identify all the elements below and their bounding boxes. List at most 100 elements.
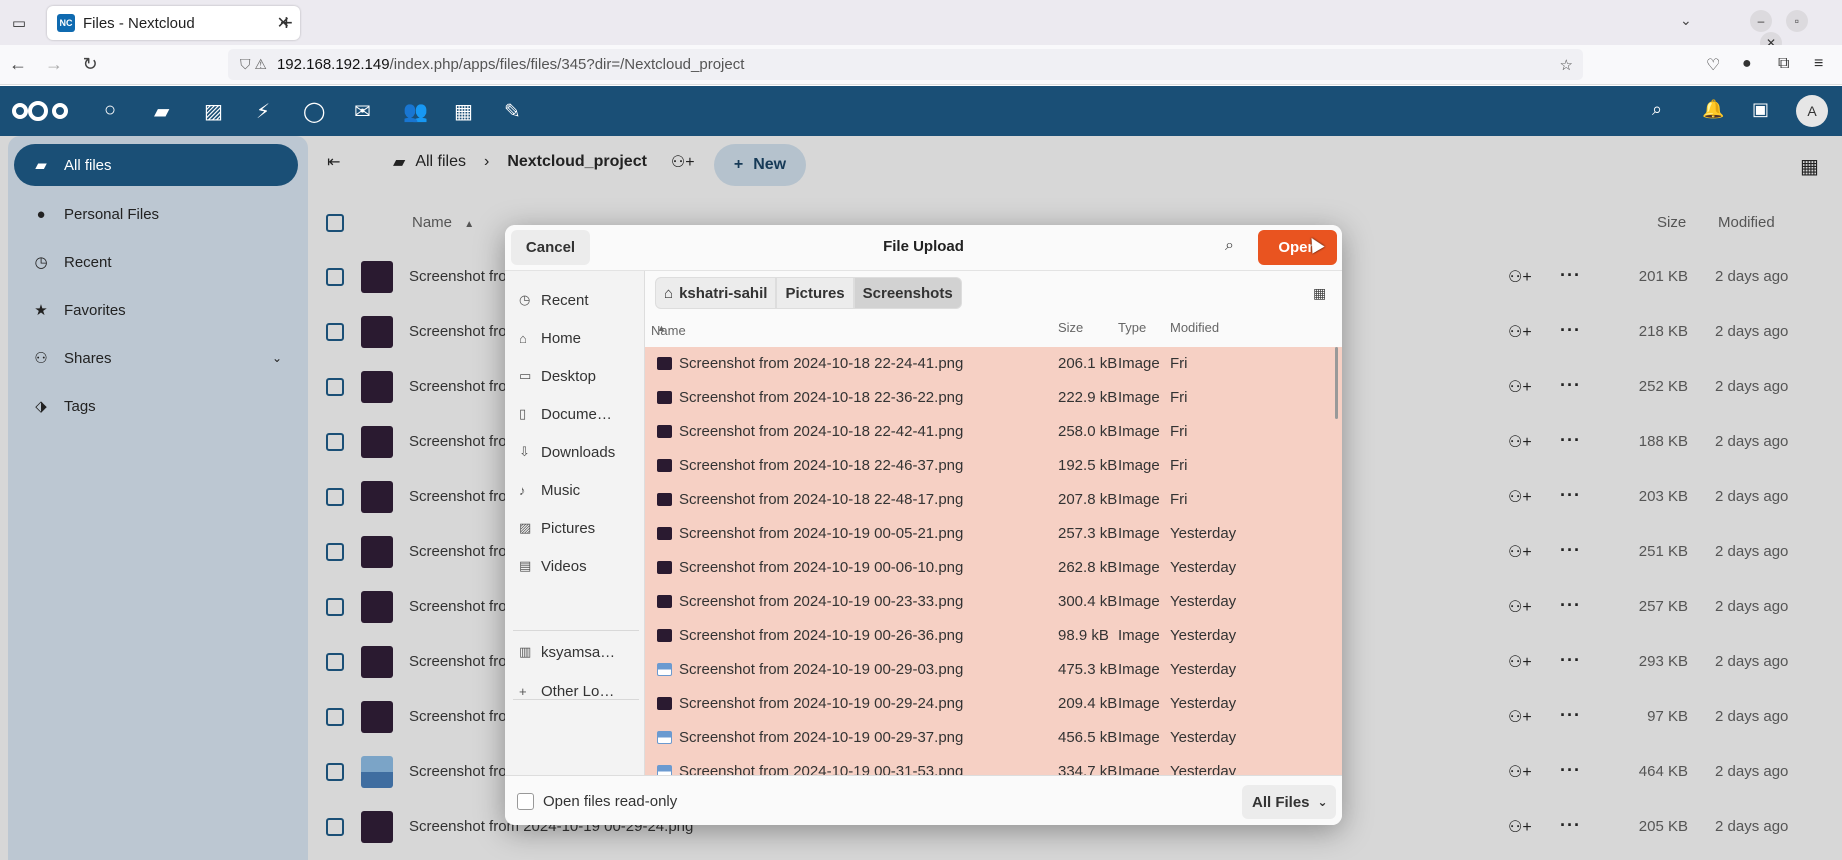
file-thumbnail[interactable] — [361, 316, 393, 348]
notes-app-icon[interactable]: ✎ — [504, 99, 521, 124]
dashboard-app-icon[interactable]: ○ — [104, 99, 116, 122]
column-size[interactable]: Size — [1657, 214, 1686, 231]
row-checkbox[interactable] — [326, 488, 344, 506]
column-size[interactable]: Size — [1058, 320, 1083, 335]
file-name[interactable]: Screenshot fro — [409, 763, 507, 780]
new-tab-button[interactable]: + — [280, 10, 293, 36]
more-actions-icon[interactable]: ··· — [1560, 760, 1581, 781]
notifications-icon[interactable]: 🔔 — [1702, 99, 1724, 120]
row-checkbox[interactable] — [326, 378, 344, 396]
forward-icon[interactable]: → — [36, 54, 72, 75]
tab-list-icon[interactable]: ▭ — [0, 0, 38, 45]
row-checkbox[interactable] — [326, 598, 344, 616]
back-icon[interactable]: ← — [0, 54, 36, 75]
sidebar-item-recent[interactable]: ◷ Recent — [14, 241, 298, 283]
grid-view-icon[interactable]: ▦ — [1800, 154, 1819, 179]
url-bar[interactable]: ⛉ ⚠ 192.168.192.149 /index.php/apps/file… — [228, 49, 1583, 80]
row-checkbox[interactable] — [326, 653, 344, 671]
place-item[interactable]: ◷ Recent — [519, 285, 639, 315]
file-thumbnail[interactable] — [361, 756, 393, 788]
list-item[interactable]: Screenshot from 2024-10-19 00-29-37.png 4… — [645, 721, 1342, 755]
activity-app-icon[interactable]: ⚡ — [256, 99, 270, 124]
row-checkbox[interactable] — [326, 543, 344, 561]
sidebar-item-shares[interactable]: ⚇ Shares ⌄ — [14, 337, 298, 379]
photos-app-icon[interactable]: ▨ — [204, 99, 223, 124]
files-app-icon[interactable]: ▰ — [154, 99, 169, 124]
more-actions-icon[interactable]: ··· — [1560, 650, 1581, 671]
list-item[interactable]: Screenshot from 2024-10-19 00-29-03.png 4… — [645, 653, 1342, 687]
file-thumbnail[interactable] — [361, 591, 393, 623]
grid-view-icon[interactable]: ▦ — [1313, 285, 1326, 302]
place-item[interactable]: + Other Lo… — [519, 676, 639, 706]
file-type-filter[interactable]: All Files ⌄ — [1242, 785, 1336, 819]
sidebar-item-personal-files[interactable]: ● Personal Files — [14, 193, 298, 235]
scrollbar[interactable] — [1335, 347, 1338, 419]
list-item[interactable]: Screenshot from 2024-10-18 22-24-41.png 2… — [645, 347, 1342, 381]
share-icon[interactable]: ⚇+ — [1508, 597, 1532, 617]
more-actions-icon[interactable]: ··· — [1560, 595, 1581, 616]
place-item[interactable]: ▭ Desktop — [519, 361, 639, 391]
row-checkbox[interactable] — [326, 818, 344, 836]
place-item[interactable]: ▯ Docume… — [519, 399, 639, 429]
menu-icon[interactable]: ≡ — [1814, 55, 1823, 73]
search-icon[interactable]: ⌕ — [1652, 99, 1662, 120]
list-item[interactable]: Screenshot from 2024-10-19 00-23-33.png 3… — [645, 585, 1342, 619]
contacts-app-icon[interactable]: 👥 — [403, 99, 428, 124]
column-type[interactable]: Type — [1118, 320, 1146, 335]
file-name[interactable]: Screenshot fro — [409, 268, 507, 285]
share-icon[interactable]: ⚇+ — [1508, 652, 1532, 672]
column-name[interactable]: Name ▲ — [412, 214, 474, 231]
place-item[interactable]: ▥ ksyamsa… — [519, 637, 639, 667]
open-button[interactable]: Open — [1258, 230, 1337, 265]
path-screenshots[interactable]: Screenshots — [853, 277, 962, 309]
file-thumbnail[interactable] — [361, 426, 393, 458]
share-icon[interactable]: ⚇+ — [1508, 377, 1532, 397]
file-thumbnail[interactable] — [361, 481, 393, 513]
more-actions-icon[interactable]: ··· — [1560, 375, 1581, 396]
sidebar-item-favorites[interactable]: ★ Favorites — [14, 289, 298, 331]
place-item[interactable]: ▨ Pictures — [519, 513, 639, 543]
place-item[interactable]: ♪ Music — [519, 475, 639, 505]
extensions-icon[interactable]: ⧉ — [1778, 55, 1789, 73]
place-item[interactable]: ⇩ Downloads — [519, 437, 639, 467]
toggle-sidebar-icon[interactable]: ⇤ — [327, 152, 340, 172]
profile-icon[interactable]: ● — [1742, 55, 1752, 73]
breadcrumb-current[interactable]: Nextcloud_project — [507, 153, 647, 171]
bookmark-star-icon[interactable]: ☆ — [1560, 56, 1573, 74]
more-actions-icon[interactable]: ··· — [1560, 485, 1581, 506]
more-actions-icon[interactable]: ··· — [1560, 430, 1581, 451]
file-name[interactable]: Screenshot fro — [409, 323, 507, 340]
list-item[interactable]: Screenshot from 2024-10-19 00-06-10.png 2… — [645, 551, 1342, 585]
chevron-down-icon[interactable]: ⌄ — [272, 351, 282, 365]
column-modified[interactable]: Modified — [1718, 214, 1775, 231]
column-modified[interactable]: Modified — [1170, 320, 1219, 335]
row-checkbox[interactable] — [326, 323, 344, 341]
search-icon[interactable]: ⌕ — [1225, 237, 1234, 255]
list-item[interactable]: Screenshot from 2024-10-18 22-46-37.png 1… — [645, 449, 1342, 483]
list-item[interactable]: Screenshot from 2024-10-19 00-26-36.png 9… — [645, 619, 1342, 653]
file-name[interactable]: Screenshot fro — [409, 433, 507, 450]
share-icon[interactable]: ⚇+ — [1508, 542, 1532, 562]
cancel-button[interactable]: Cancel — [511, 230, 590, 265]
share-icon[interactable]: ⚇+ — [1508, 322, 1532, 342]
browser-tab[interactable]: NC Files - Nextcloud ✕ — [47, 6, 300, 40]
file-name[interactable]: Screenshot fro — [409, 598, 507, 615]
file-name[interactable]: Screenshot fro — [409, 653, 507, 670]
new-button[interactable]: + New — [714, 144, 806, 186]
sidebar-item-tags[interactable]: ⬗ Tags — [14, 385, 298, 427]
file-thumbnail[interactable] — [361, 811, 393, 843]
mail-app-icon[interactable]: ✉ — [354, 99, 371, 124]
maximize-icon[interactable]: ▫ — [1785, 10, 1808, 32]
share-icon[interactable]: ⚇+ — [1508, 762, 1532, 782]
minimize-icon[interactable]: – — [1750, 10, 1772, 32]
file-thumbnail[interactable] — [361, 701, 393, 733]
talk-app-icon[interactable]: ◯ — [303, 99, 325, 124]
share-icon[interactable]: ⚇+ — [1508, 817, 1532, 837]
file-thumbnail[interactable] — [361, 371, 393, 403]
file-thumbnail[interactable] — [361, 536, 393, 568]
reload-icon[interactable]: ↻ — [72, 54, 108, 75]
more-actions-icon[interactable]: ··· — [1560, 320, 1581, 341]
path-home-kshatri-sahil[interactable]: ⌂ kshatri-sahil — [655, 277, 777, 309]
path-pictures[interactable]: Pictures — [776, 277, 854, 309]
avatar[interactable]: A — [1796, 95, 1828, 127]
